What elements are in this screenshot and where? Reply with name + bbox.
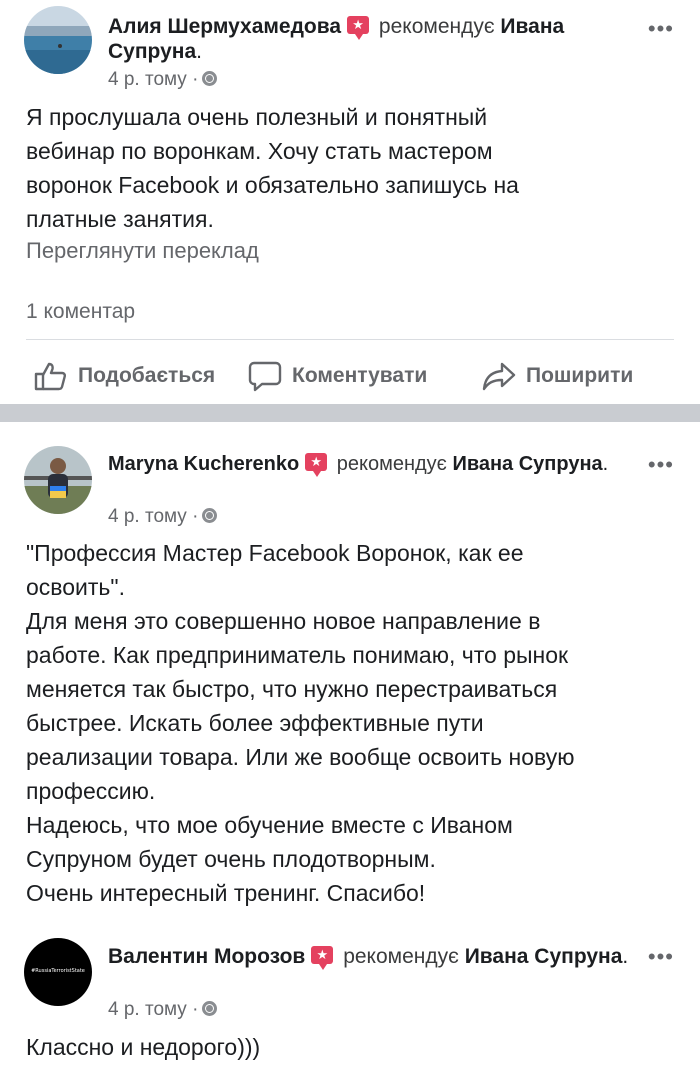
recommendation-post-3: #RussiaTerroristState Валентин Морозов ★ … xyxy=(0,922,700,1090)
avatar[interactable] xyxy=(24,446,92,514)
meta-separator: · xyxy=(192,506,199,527)
thumbs-up-icon xyxy=(34,362,67,391)
meta-separator: · xyxy=(192,999,199,1020)
meta-separator: · xyxy=(192,69,199,90)
comment-icon xyxy=(248,361,282,392)
recommend-badge-icon: ★ xyxy=(347,16,370,40)
title-dot: . xyxy=(602,453,609,475)
recommends-label: рекомендує xyxy=(378,15,495,38)
post-separator xyxy=(0,404,700,422)
more-options-button[interactable]: ••• xyxy=(648,16,674,42)
avatar[interactable]: #RussiaTerroristState xyxy=(24,938,92,1006)
globe-icon xyxy=(202,1001,218,1016)
globe-icon xyxy=(202,71,218,86)
post-header-title: Валентин Морозов ★ рекомендує Ивана Супру… xyxy=(108,944,630,970)
recommendation-post-2: Maryna Kucherenko ★ рекомендує Ивана Супр… xyxy=(0,422,700,922)
recommend-badge-icon: ★ xyxy=(305,453,328,477)
comment-label: Коментувати xyxy=(292,364,428,387)
recommend-badge-icon: ★ xyxy=(311,946,334,970)
comment-button[interactable]: Коментувати xyxy=(248,354,427,398)
avatar-photo-sea xyxy=(24,6,92,74)
globe-icon xyxy=(202,508,218,523)
recommends-label: рекомендує xyxy=(343,945,459,968)
avatar[interactable] xyxy=(24,6,92,74)
post-meta: 4 р. тому · xyxy=(108,999,218,1021)
see-translation-link[interactable]: Переглянути переклад xyxy=(26,238,259,264)
author-name[interactable]: Maryna Kucherenko xyxy=(108,453,299,475)
like-label: Подобається xyxy=(78,364,216,387)
more-options-button[interactable]: ••• xyxy=(648,944,674,970)
post-time[interactable]: 4 р. тому xyxy=(108,506,187,527)
post-header-title: Maryna Kucherenko ★ рекомендує Ивана Супр… xyxy=(108,452,630,477)
title-dot: . xyxy=(622,945,629,968)
page-name[interactable]: Ивана Супруна xyxy=(465,945,623,968)
author-name[interactable]: Алия Шермухамедова xyxy=(108,15,341,38)
avatar-photo-person xyxy=(24,446,92,514)
post-text: Я прослушала очень полезный и понятный в… xyxy=(26,104,519,232)
comments-count[interactable]: 1 коментар xyxy=(26,300,135,324)
post-text: "Профессия Мастер Facebook Воронок, как … xyxy=(26,540,575,906)
recommends-label: рекомендує xyxy=(336,453,447,475)
share-label: Поширити xyxy=(526,364,634,387)
post-time[interactable]: 4 р. тому xyxy=(108,69,187,90)
post-meta: 4 р. тому · xyxy=(108,69,218,91)
post-text: Классно и недорого))) xyxy=(26,1034,261,1060)
post-header-title: Алия Шермухамедова ★ рекомендує Ивана Суп… xyxy=(108,14,630,64)
author-name[interactable]: Валентин Морозов xyxy=(108,945,305,968)
title-dot: . xyxy=(196,40,202,63)
more-options-button[interactable]: ••• xyxy=(648,452,674,478)
divider xyxy=(26,339,674,340)
share-icon xyxy=(482,362,516,391)
like-button[interactable]: Подобається xyxy=(34,354,215,398)
share-button[interactable]: Поширити xyxy=(482,354,633,398)
recommendation-post-1: Алия Шермухамедова ★ рекомендує Ивана Суп… xyxy=(0,0,700,404)
avatar-hashtag-text: #RussiaTerroristState xyxy=(31,968,85,974)
page-name[interactable]: Ивана Супруна xyxy=(452,453,602,475)
post-time[interactable]: 4 р. тому xyxy=(108,999,187,1020)
post-meta: 4 р. тому · xyxy=(108,506,218,528)
post-actions: Подобається Коментувати Поширити xyxy=(0,354,700,398)
